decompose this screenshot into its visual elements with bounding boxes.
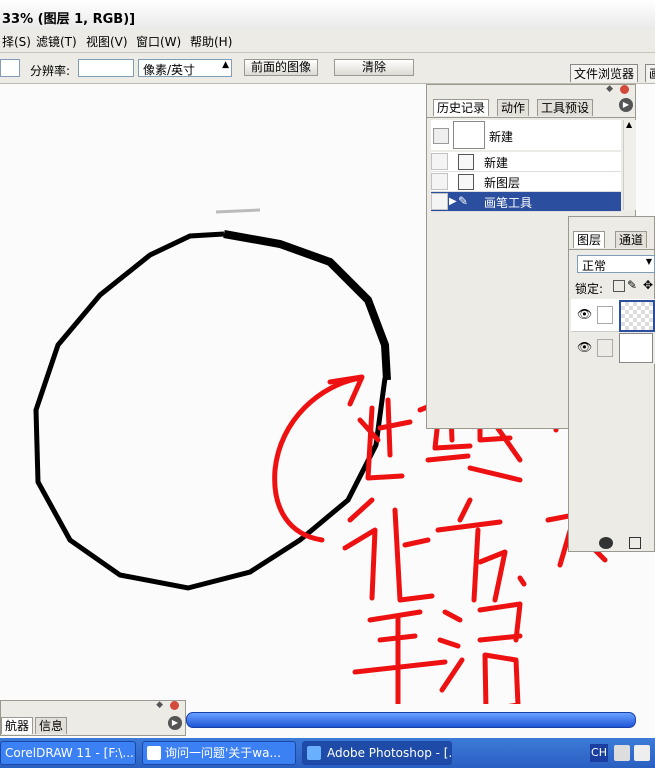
lock-transparency-icon[interactable]	[613, 280, 625, 292]
tab-layers[interactable]: 图层	[573, 231, 606, 248]
lock-label: 锁定:	[575, 282, 604, 296]
annotation-char-9	[352, 609, 448, 704]
history-snapshot[interactable]: 新建	[431, 120, 621, 150]
tab-navigator[interactable]: 航器	[1, 717, 34, 734]
history-row[interactable]: 新建	[431, 152, 621, 172]
annotation-char-6	[435, 497, 508, 603]
front-image-button[interactable]: 前面的图像	[244, 59, 318, 76]
brush-stroke-right	[223, 230, 391, 381]
window-title: 33% (图层 1, RGB)]	[2, 12, 136, 27]
layers-panel: 图层 通道 正常 ▼ 锁定: ✎ ✥ 👁 👁	[568, 216, 655, 552]
history-row-label: 新图层	[484, 176, 521, 190]
brush-stroke-left	[33, 231, 388, 591]
resolution-input[interactable]	[78, 59, 134, 77]
lock-paint-icon[interactable]: ✎	[627, 278, 637, 292]
progress-bar	[186, 712, 636, 728]
menu-select[interactable]: 择(S)	[2, 33, 31, 50]
panel-menu-icon[interactable]: ▶	[168, 716, 182, 730]
brush-stroke-circle	[33, 208, 391, 591]
taskbar: CorelDRAW 11 - [F:\... 询问一问题'关于wa... Ado…	[0, 738, 655, 768]
annotation-char-10	[437, 601, 523, 704]
tab-channels[interactable]: 通道	[615, 231, 648, 248]
navigator-panel: ◆ 航器 信息 ▶	[0, 700, 186, 736]
tool-options-bar: 分辨率: 像素/英寸 ▲ 前面的图像 清除 文件浏览器 画	[0, 53, 655, 84]
eye-icon[interactable]: 👁	[577, 307, 592, 321]
new-fill-layer-icon[interactable]	[599, 537, 613, 549]
snapshot-label: 新建	[489, 130, 514, 144]
history-source-checkbox[interactable]	[431, 193, 448, 210]
history-panel-tabs: 历史记录 动作 工具预设 ▶	[427, 97, 635, 118]
history-state-slider-icon[interactable]: ▶	[449, 196, 457, 207]
history-row[interactable]: 新图层	[431, 172, 621, 192]
blend-mode-value: 正常	[582, 259, 607, 273]
snapshot-thumbnail	[453, 121, 485, 149]
menu-view[interactable]: 视图(V)	[86, 33, 128, 50]
clear-button[interactable]: 清除	[334, 59, 414, 76]
history-scrollbar[interactable]: ▲	[623, 120, 636, 210]
panel-minimize-icon[interactable]: ◆	[156, 700, 163, 710]
chevron-down-icon: ▼	[645, 257, 652, 266]
unit-value: 像素/英寸	[143, 63, 196, 77]
document-icon	[458, 154, 474, 170]
resolution-label: 分辨率:	[30, 64, 71, 78]
history-row-label: 新建	[484, 156, 509, 170]
palette-well-tab[interactable]: 画	[645, 64, 655, 82]
task-photoshop-label: Adobe Photoshop - [...	[327, 746, 452, 760]
annotation-arrow	[272, 375, 363, 543]
brush-link-icon	[597, 306, 613, 324]
document-icon	[458, 174, 474, 190]
menu-bar: 择(S) 滤镜(T) 视图(V) 窗口(W) 帮助(H)	[0, 30, 655, 53]
lock-move-icon[interactable]: ✥	[643, 278, 653, 292]
height-input[interactable]	[0, 59, 20, 77]
keyboard-icon[interactable]	[614, 745, 630, 761]
annotation-char-5	[342, 497, 435, 603]
link-box-icon	[597, 339, 613, 357]
ime-icon[interactable]	[634, 745, 650, 761]
task-coreldraw[interactable]: CorelDRAW 11 - [F:\...	[0, 741, 136, 765]
tab-tool-presets[interactable]: 工具预设	[537, 99, 594, 116]
tab-history[interactable]: 历史记录	[433, 99, 490, 116]
history-row-label: 画笔工具	[484, 196, 533, 210]
brush-icon: ✎	[458, 194, 469, 208]
annotation-char-7	[517, 575, 527, 587]
panel-close-icon[interactable]	[620, 85, 629, 94]
language-indicator[interactable]: CH	[590, 744, 608, 762]
browser-icon	[147, 746, 161, 760]
tab-info[interactable]: 信息	[35, 717, 68, 734]
history-source-checkbox[interactable]	[431, 173, 448, 190]
task-photoshop[interactable]: Adobe Photoshop - [...	[302, 741, 452, 765]
photoshop-icon	[307, 746, 321, 760]
new-layer-icon[interactable]	[629, 537, 641, 549]
tab-actions[interactable]: 动作	[497, 99, 530, 116]
task-browser-label: 询问一问题'关于wa...	[165, 746, 281, 760]
menu-window[interactable]: 窗口(W)	[136, 33, 181, 50]
layer-row-selected[interactable]: 👁	[571, 299, 655, 332]
navigator-panel-tabs: 航器 信息 ▶	[1, 715, 185, 736]
window-title-bar: 33% (图层 1, RGB)]	[0, 0, 655, 31]
annotation-char-1	[357, 397, 413, 481]
menu-help[interactable]: 帮助(H)	[190, 33, 232, 50]
task-browser[interactable]: 询问一问题'关于wa...	[142, 741, 296, 765]
layer-row[interactable]: 👁	[571, 332, 655, 364]
layers-panel-tabs: 图层 通道	[569, 229, 654, 250]
menu-filter[interactable]: 滤镜(T)	[36, 33, 77, 50]
eye-icon[interactable]: 👁	[577, 340, 592, 354]
panel-menu-icon[interactable]: ▶	[619, 98, 633, 112]
resolution-unit-select[interactable]: 像素/英寸 ▲	[138, 59, 232, 77]
spinner-icon: ▲	[222, 60, 229, 70]
brush-stroke-faint	[215, 208, 261, 214]
panel-minimize-icon[interactable]: ◆	[606, 84, 613, 94]
background-thumbnail	[619, 333, 653, 363]
history-row-selected[interactable]: ▶ ✎ 画笔工具	[431, 192, 621, 212]
panel-close-icon[interactable]	[170, 701, 179, 710]
brush-source-icon	[433, 128, 449, 144]
layer-thumbnail	[619, 300, 655, 332]
history-source-checkbox[interactable]	[431, 153, 448, 170]
blend-mode-select[interactable]: 正常 ▼	[577, 255, 655, 273]
file-browser-tab[interactable]: 文件浏览器	[570, 64, 639, 82]
scroll-up-icon[interactable]: ▲	[626, 120, 632, 129]
